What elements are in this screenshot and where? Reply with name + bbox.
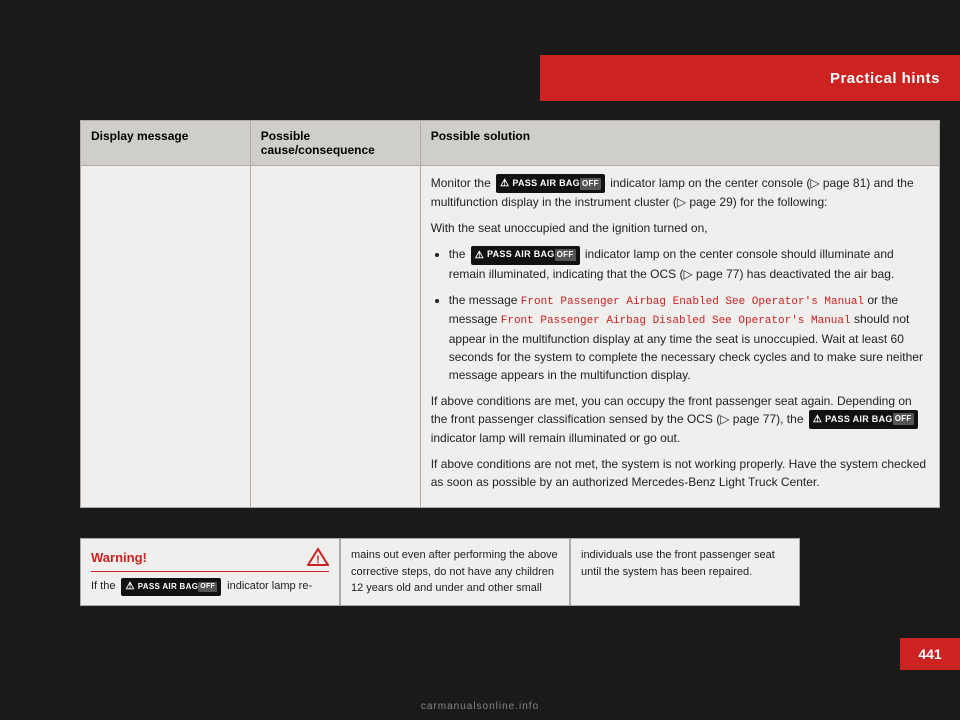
data-table: Display message Possiblecause/consequenc…: [80, 120, 940, 508]
solution-para-4: If above conditions are not met, the sys…: [431, 455, 929, 491]
warning-label: Warning!: [91, 550, 147, 565]
main-content-table: Display message Possiblecause/consequenc…: [80, 120, 940, 508]
code-text-2: Front Passenger Airbag Disabled See Oper…: [501, 315, 851, 327]
code-text-1: Front Passenger Airbag Enabled See Opera…: [521, 296, 864, 308]
warning-text-2: individuals use the front passenger seat…: [581, 549, 775, 578]
cell-solution: Monitor the ⚠ PASS AIR BAG OFF indicator…: [420, 166, 939, 508]
cell-display: [81, 166, 251, 508]
solution-list: the ⚠ PASS AIR BAG OFF indicator lamp on…: [449, 245, 929, 383]
airbag-badge-3: ⚠ PASS AIR BAG OFF: [809, 410, 918, 429]
col-header-cause: Possiblecause/consequence: [250, 121, 420, 166]
warning-continuation-1: mains out even after performing the abov…: [340, 538, 570, 606]
warning-body-start: If the: [91, 579, 115, 594]
section-title: Practical hints: [830, 70, 940, 87]
cell-cause: [250, 166, 420, 508]
page-number: 441: [918, 646, 941, 662]
svg-text:!: !: [316, 554, 320, 566]
airbag-badge-1: ⚠ PASS AIR BAG OFF: [496, 174, 605, 193]
table-row: Monitor the ⚠ PASS AIR BAG OFF indicator…: [81, 166, 940, 508]
watermark: carmanualsonline.info: [421, 701, 539, 712]
bullet-item-1: the ⚠ PASS AIR BAG OFF indicator lamp on…: [449, 245, 929, 282]
col-header-display: Display message: [81, 121, 251, 166]
solution-para-2: With the seat unoccupied and the ignitio…: [431, 219, 929, 237]
warning-box: Warning! ! If the ⚠ PASS AIR BAG OFF ind…: [80, 538, 340, 606]
solution-para-1: Monitor the ⚠ PASS AIR BAG OFF indicator…: [431, 174, 929, 211]
bullet-item-2: the message Front Passenger Airbag Enabl…: [449, 291, 929, 384]
warning-section: Warning! ! If the ⚠ PASS AIR BAG OFF ind…: [80, 538, 940, 606]
page-number-box: 441: [900, 638, 960, 670]
warning-body: If the ⚠ PASS AIR BAG OFF indicator lamp…: [91, 578, 329, 596]
warning-continuation-2: individuals use the front passenger seat…: [570, 538, 800, 606]
warning-body-end: indicator lamp re-: [227, 579, 312, 594]
airbag-badge-2: ⚠ PASS AIR BAG OFF: [471, 246, 580, 265]
col-header-solution: Possible solution: [420, 121, 939, 166]
solution-para-3: If above conditions are met, you can occ…: [431, 392, 929, 447]
warning-triangle-icon: !: [307, 547, 329, 567]
airbag-badge-warning: ⚠ PASS AIR BAG OFF: [121, 578, 221, 596]
section-banner: Practical hints: [540, 55, 960, 101]
warning-text-1: mains out even after performing the abov…: [351, 549, 558, 594]
warning-header: Warning! !: [91, 547, 329, 572]
